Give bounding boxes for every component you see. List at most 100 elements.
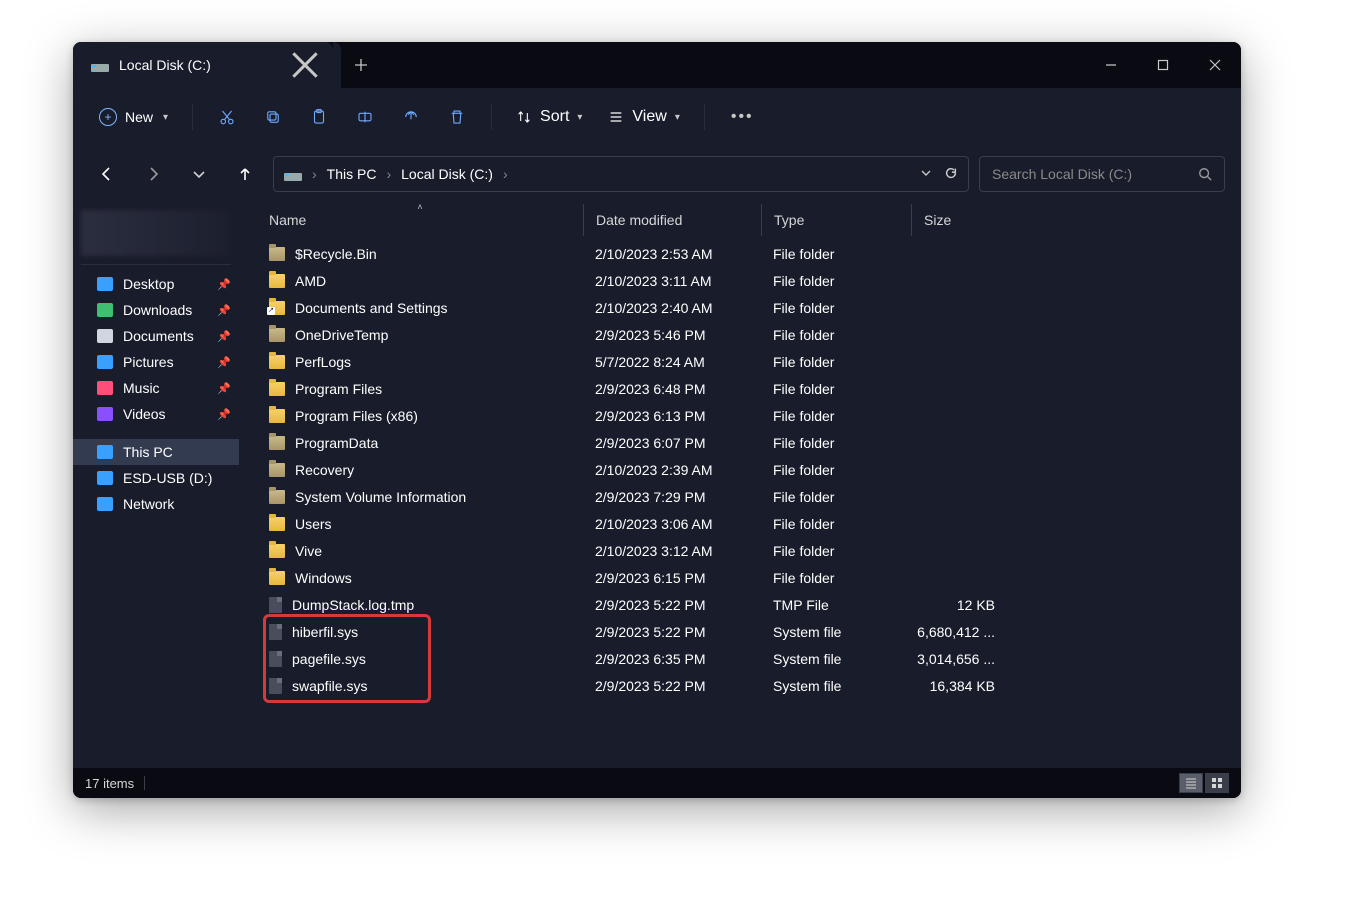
- share-button[interactable]: [391, 97, 431, 137]
- file-name: Recovery: [295, 462, 354, 478]
- back-button[interactable]: [89, 156, 125, 192]
- sidebar-item-desktop[interactable]: Desktop📌: [73, 271, 239, 297]
- file-type: TMP File: [761, 597, 911, 613]
- close-tab-button[interactable]: [291, 51, 319, 79]
- file-row[interactable]: ProgramData2/9/2023 6:07 PMFile folder: [239, 429, 1241, 456]
- breadcrumb-this-pc[interactable]: This PC: [327, 166, 377, 182]
- file-row[interactable]: AMD2/10/2023 3:11 AMFile folder: [239, 267, 1241, 294]
- column-type[interactable]: Type: [761, 204, 911, 236]
- minimize-button[interactable]: [1085, 42, 1137, 88]
- sidebar-item-music[interactable]: Music📌: [73, 375, 239, 401]
- chevron-down-icon: ▾: [163, 112, 168, 123]
- refresh-button[interactable]: [944, 166, 958, 183]
- file-size: 6,680,412 ...: [911, 624, 1005, 640]
- sidebar-item-pictures[interactable]: Pictures📌: [73, 349, 239, 375]
- file-type: System file: [761, 651, 911, 667]
- folder-icon: [269, 544, 285, 558]
- sidebar-item-videos[interactable]: Videos📌: [73, 401, 239, 427]
- sidebar-item-label: Pictures: [123, 354, 174, 370]
- file-type: System file: [761, 678, 911, 694]
- file-date: 2/9/2023 5:22 PM: [583, 597, 761, 613]
- file-row[interactable]: Windows2/9/2023 6:15 PMFile folder: [239, 564, 1241, 591]
- toolbar: + New ▾ Sort ▾ View ▾ •••: [73, 88, 1241, 146]
- file-name: $Recycle.Bin: [295, 246, 377, 262]
- folder-icon: [269, 328, 285, 342]
- sidebar-item-this-pc[interactable]: This PC: [73, 439, 239, 465]
- column-date[interactable]: Date modified: [583, 204, 761, 236]
- forward-button[interactable]: [135, 156, 171, 192]
- file-row[interactable]: System Volume Information2/9/2023 7:29 P…: [239, 483, 1241, 510]
- search-box[interactable]: [979, 156, 1225, 192]
- column-size[interactable]: Size: [911, 204, 1005, 236]
- file-row[interactable]: OneDriveTemp2/9/2023 5:46 PMFile folder: [239, 321, 1241, 348]
- rename-button[interactable]: [345, 97, 385, 137]
- redacted-section: [81, 210, 231, 256]
- file-type: File folder: [761, 300, 911, 316]
- file-row[interactable]: DumpStack.log.tmp2/9/2023 5:22 PMTMP Fil…: [239, 591, 1241, 618]
- column-name[interactable]: ˄Name: [257, 204, 583, 236]
- sidebar-item-esd-usb-d-[interactable]: ESD-USB (D:): [73, 465, 239, 491]
- divider: [491, 104, 492, 130]
- file-type: File folder: [761, 489, 911, 505]
- pc-icon: [97, 445, 113, 459]
- file-date: 2/10/2023 2:40 AM: [583, 300, 761, 316]
- video-icon: [97, 407, 113, 421]
- folder-icon: [269, 436, 285, 450]
- folder-icon: [269, 409, 285, 423]
- file-row[interactable]: $Recycle.Bin2/10/2023 2:53 AMFile folder: [239, 240, 1241, 267]
- cut-button[interactable]: [207, 97, 247, 137]
- sidebar-item-downloads[interactable]: Downloads📌: [73, 297, 239, 323]
- file-name: swapfile.sys: [292, 678, 367, 694]
- file-row[interactable]: pagefile.sys2/9/2023 6:35 PMSystem file3…: [239, 645, 1241, 672]
- paste-button[interactable]: [299, 97, 339, 137]
- history-dropdown[interactable]: [920, 166, 932, 183]
- file-date: 2/9/2023 6:15 PM: [583, 570, 761, 586]
- file-type: File folder: [761, 543, 911, 559]
- file-date: 2/9/2023 5:22 PM: [583, 678, 761, 694]
- chevron-right-icon: ›: [503, 166, 508, 182]
- file-row[interactable]: Vive2/10/2023 3:12 AMFile folder: [239, 537, 1241, 564]
- file-name: Documents and Settings: [295, 300, 448, 316]
- maximize-button[interactable]: [1137, 42, 1189, 88]
- sidebar-item-label: Videos: [123, 406, 166, 422]
- sidebar-item-label: This PC: [123, 444, 173, 460]
- pin-icon: 📌: [217, 330, 231, 343]
- sidebar-item-documents[interactable]: Documents📌: [73, 323, 239, 349]
- file-row[interactable]: ↗Documents and Settings2/10/2023 2:40 AM…: [239, 294, 1241, 321]
- file-row[interactable]: Program Files (x86)2/9/2023 6:13 PMFile …: [239, 402, 1241, 429]
- active-tab[interactable]: Local Disk (C:): [73, 42, 333, 88]
- copy-button[interactable]: [253, 97, 293, 137]
- file-size: 16,384 KB: [911, 678, 1005, 694]
- file-row[interactable]: hiberfil.sys2/9/2023 5:22 PMSystem file6…: [239, 618, 1241, 645]
- more-button[interactable]: •••: [719, 108, 766, 126]
- file-name: System Volume Information: [295, 489, 466, 505]
- file-name: ProgramData: [295, 435, 378, 451]
- details-view-button[interactable]: [1179, 773, 1203, 793]
- address-bar[interactable]: › This PC › Local Disk (C:) ›: [273, 156, 969, 192]
- close-window-button[interactable]: [1189, 42, 1241, 88]
- breadcrumb-local-disk[interactable]: Local Disk (C:): [401, 166, 493, 182]
- music-icon: [97, 381, 113, 395]
- file-date: 2/10/2023 2:39 AM: [583, 462, 761, 478]
- file-type: File folder: [761, 327, 911, 343]
- new-button[interactable]: + New ▾: [89, 102, 178, 132]
- new-tab-button[interactable]: [341, 42, 381, 88]
- sidebar-item-network[interactable]: Network: [73, 491, 239, 517]
- file-date: 2/10/2023 3:12 AM: [583, 543, 761, 559]
- recent-button[interactable]: [181, 156, 217, 192]
- file-row[interactable]: Users2/10/2023 3:06 AMFile folder: [239, 510, 1241, 537]
- thumbnails-view-button[interactable]: [1205, 773, 1229, 793]
- folder-icon: [269, 355, 285, 369]
- file-row[interactable]: PerfLogs5/7/2022 8:24 AMFile folder: [239, 348, 1241, 375]
- file-name: AMD: [295, 273, 326, 289]
- file-row[interactable]: Recovery 2/10/2023 2:39 AMFile folder: [239, 456, 1241, 483]
- search-icon: [1198, 167, 1212, 181]
- file-row[interactable]: swapfile.sys 2/9/2023 5:22 PMSystem file1…: [239, 672, 1241, 699]
- up-button[interactable]: [227, 156, 263, 192]
- file-type: File folder: [761, 462, 911, 478]
- delete-button[interactable]: [437, 97, 477, 137]
- view-button[interactable]: View ▾: [598, 102, 689, 132]
- sort-button[interactable]: Sort ▾: [506, 102, 592, 132]
- search-input[interactable]: [992, 166, 1190, 182]
- file-row[interactable]: Program Files2/9/2023 6:48 PMFile folder: [239, 375, 1241, 402]
